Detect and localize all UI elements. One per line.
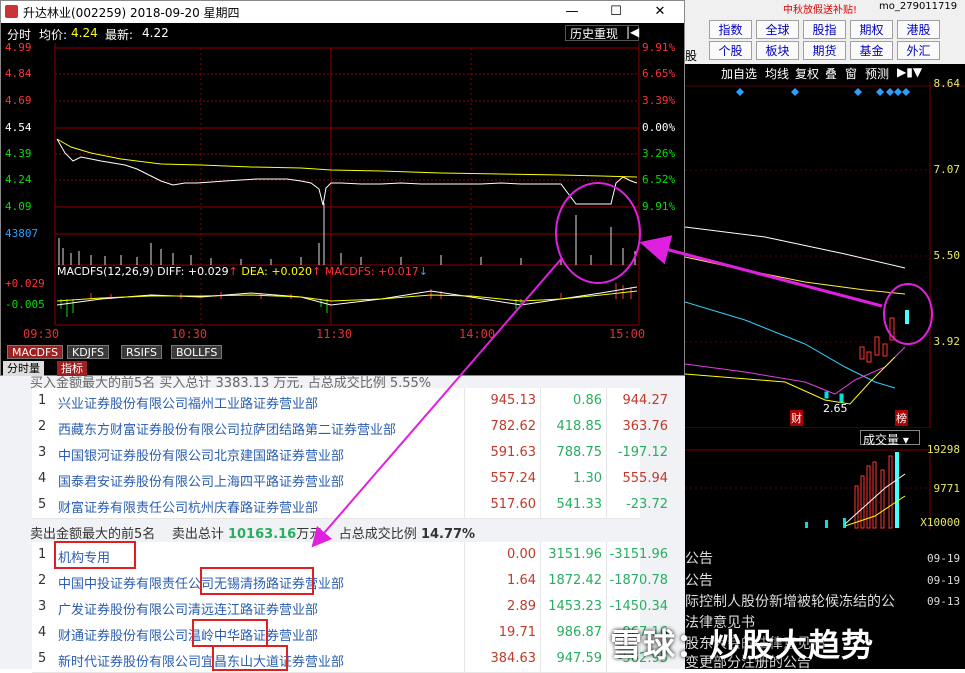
annotation-arrow-down (311, 257, 563, 548)
annotation-arrows (311, 235, 883, 548)
watermark: 雪球：炒股大趋势 (610, 626, 875, 664)
annotation-arrow-right (639, 235, 883, 308)
